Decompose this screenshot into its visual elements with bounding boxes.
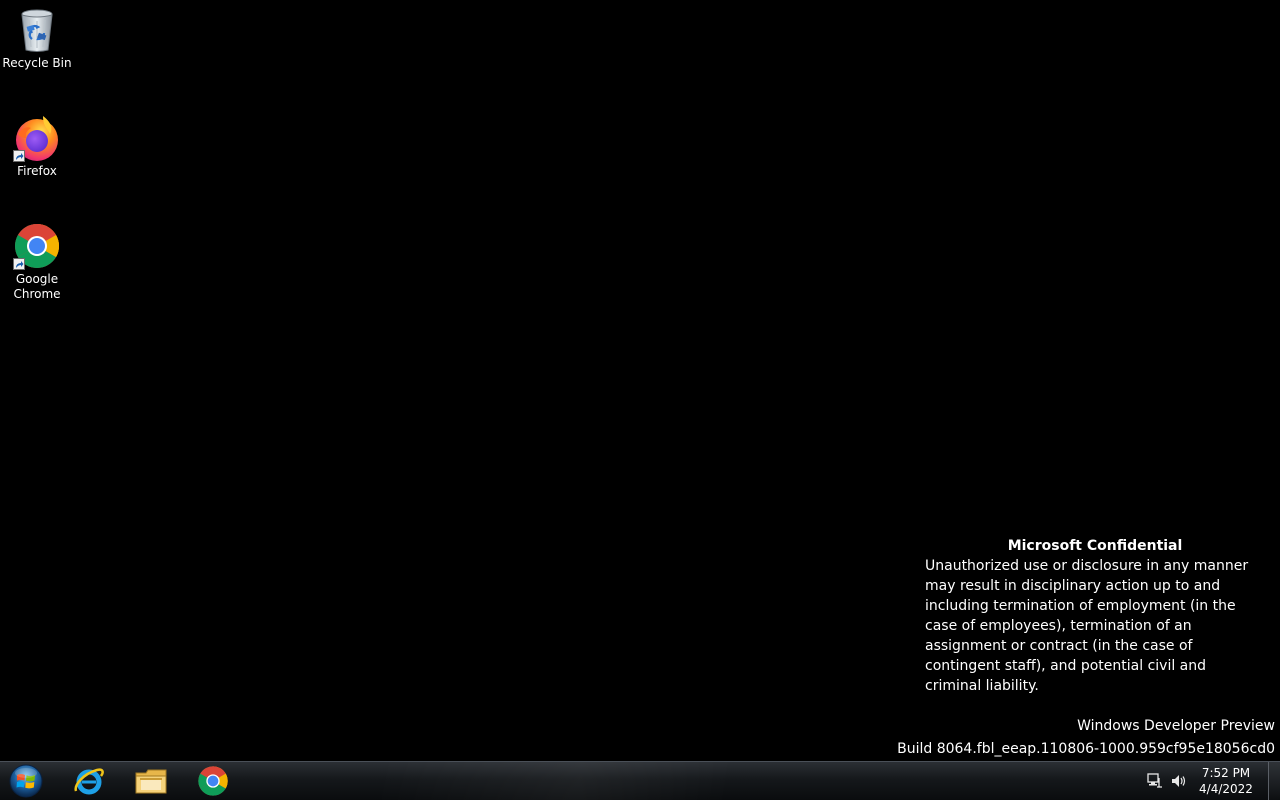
network-icon [1147, 773, 1162, 788]
build-watermark: Windows Developer Preview Build 8064.fbl… [897, 715, 1275, 761]
desktop-icon-recycle-bin[interactable]: Recycle Bin [0, 6, 74, 71]
internet-explorer-icon [74, 768, 104, 795]
desktop-icon-google-chrome[interactable]: Google Chrome [0, 222, 74, 302]
confidential-body: Unauthorized use or disclosure in any ma… [925, 558, 1249, 694]
windows-orb-icon [9, 764, 43, 798]
desktop-icon-label: Google Chrome [13, 272, 61, 301]
taskbar-sheen [380, 762, 880, 800]
watermark-edition: Windows Developer Preview [1077, 718, 1275, 734]
desktop-icon-label: Recycle Bin [2, 56, 72, 70]
taskbar: 7:52 PM 4/4/2022 [0, 761, 1280, 800]
recycle-bin-icon [13, 6, 61, 54]
desktop: Recycle Bin Firefox Google Chrome Micros… [0, 0, 1280, 761]
file-explorer-icon [135, 769, 167, 794]
shortcut-arrow-icon [13, 150, 25, 162]
desktop-icon-label: Firefox [17, 164, 57, 178]
taskbar-clock[interactable]: 7:52 PM 4/4/2022 [1196, 765, 1256, 797]
show-desktop-button[interactable] [1268, 762, 1280, 800]
tray-volume-button[interactable] [1171, 773, 1187, 789]
confidential-notice: Microsoft Confidential Unauthorized use … [925, 536, 1265, 696]
clock-date: 4/4/2022 [1199, 782, 1253, 796]
start-button[interactable] [4, 762, 48, 800]
taskbar-pin-internet-explorer[interactable] [60, 762, 118, 800]
shortcut-arrow-icon [13, 258, 25, 270]
taskbar-pin-file-explorer[interactable] [122, 762, 180, 800]
chrome-icon [198, 766, 228, 796]
firefox-icon [13, 114, 61, 162]
confidential-title: Microsoft Confidential [1007, 538, 1183, 554]
watermark-build: Build 8064.fbl_eeap.110806-1000.959cf95e… [897, 741, 1275, 757]
clock-time: 7:52 PM [1201, 766, 1251, 780]
desktop-icon-firefox[interactable]: Firefox [0, 114, 74, 179]
taskbar-pin-chrome[interactable] [184, 762, 242, 800]
tray-network-button[interactable] [1147, 773, 1163, 789]
volume-icon [1172, 775, 1186, 787]
chrome-icon [13, 222, 61, 270]
